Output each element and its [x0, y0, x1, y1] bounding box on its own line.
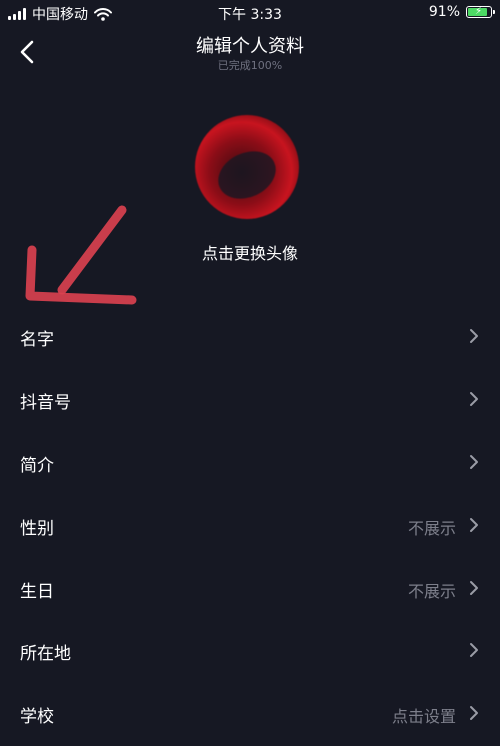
row-label: 简介: [20, 456, 54, 476]
row-name[interactable]: 名字: [0, 307, 500, 369]
row-label: 所在地: [20, 644, 71, 664]
row-label: 名字: [20, 330, 54, 350]
page-title: 编辑个人资料: [196, 36, 304, 57]
row-value: 点击设置: [391, 707, 456, 726]
row-school[interactable]: 学校 点击设置: [0, 684, 500, 746]
row-value: 不展示: [407, 519, 456, 538]
status-bar: 中国移动 下午 3:33 91% ⚡: [0, 0, 500, 26]
row-label: 抖音号: [20, 393, 71, 413]
status-right: 91% ⚡: [428, 4, 495, 20]
chevron-right-icon: [470, 518, 478, 532]
chevron-right-icon: [470, 706, 478, 720]
chevron-right-icon: [470, 329, 478, 343]
battery-icon: ⚡: [466, 6, 495, 18]
row-douyin-id[interactable]: 抖音号: [0, 370, 500, 432]
row-birthday[interactable]: 生日 不展示: [0, 559, 500, 621]
battery-percent: 91%: [428, 4, 460, 20]
chevron-right-icon: [470, 392, 478, 406]
row-label: 学校: [20, 707, 54, 727]
status-time: 下午 3:33: [218, 7, 282, 23]
row-label: 性别: [20, 519, 54, 539]
row-value: 不展示: [407, 582, 456, 601]
chevron-right-icon: [470, 455, 478, 469]
row-gender[interactable]: 性别 不展示: [0, 496, 500, 558]
avatar[interactable]: [195, 115, 299, 219]
row-label: 生日: [20, 582, 54, 602]
row-location[interactable]: 所在地: [0, 621, 500, 683]
completion-subtitle: 已完成100%: [217, 59, 283, 72]
chevron-right-icon: [470, 643, 478, 657]
chevron-right-icon: [470, 581, 478, 595]
nav-bar: 编辑个人资料 已完成100%: [0, 26, 500, 78]
row-bio[interactable]: 简介: [0, 433, 500, 495]
annotation-arrow-icon: [25, 205, 137, 305]
